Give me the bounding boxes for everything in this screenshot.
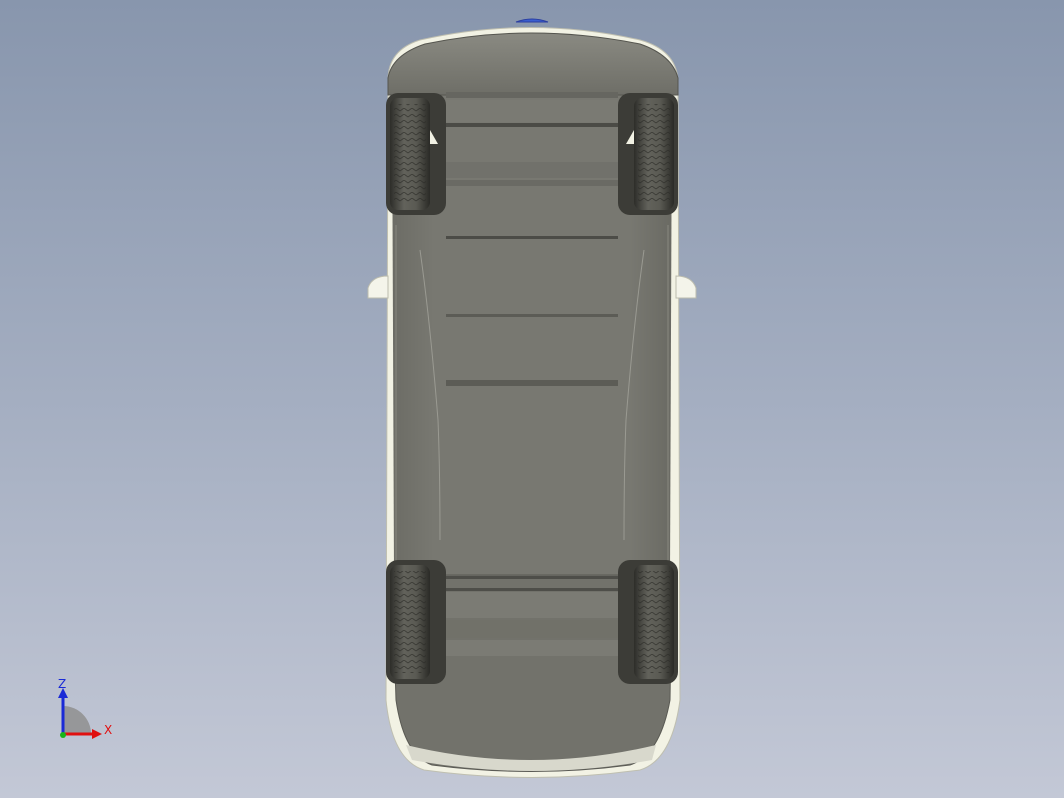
roof-detail — [515, 18, 549, 23]
wheel-front-left[interactable] — [386, 93, 446, 215]
wheel-rear-left[interactable] — [386, 560, 446, 684]
coordinate-triad[interactable]: Z X — [48, 676, 120, 746]
wheel-rear-right[interactable] — [618, 560, 678, 684]
x-axis-label: X — [104, 723, 112, 737]
z-axis-label: Z — [58, 677, 66, 691]
right-mirror — [675, 275, 697, 299]
rear-subframe — [446, 576, 618, 656]
car-model[interactable] — [0, 0, 1064, 798]
y-axis-dot — [60, 732, 66, 738]
triad-plane-indicator — [63, 706, 91, 734]
left-mirror — [367, 275, 389, 299]
wheel-front-right[interactable] — [618, 93, 678, 215]
graphics-viewport[interactable]: Z X — [0, 0, 1064, 798]
